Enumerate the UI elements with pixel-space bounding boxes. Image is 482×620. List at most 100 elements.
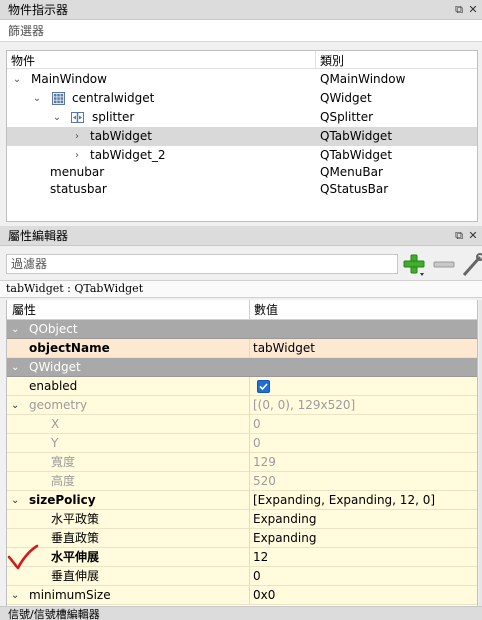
property-value[interactable]: [Expanding, Expanding, 12, 0]: [253, 491, 435, 510]
property-value[interactable]: 12: [253, 548, 268, 567]
tree-object-name: MainWindow: [31, 72, 107, 86]
property-toolbar: 過濾器: [0, 250, 482, 280]
tree-object-name: splitter: [92, 110, 135, 124]
checkmark-icon: [259, 383, 268, 391]
value-separator: [249, 339, 250, 358]
property-row-vertical-stretch[interactable]: 垂直伸展 0: [7, 567, 477, 586]
tree-class-name: QWidget: [320, 91, 372, 105]
value-separator: [249, 586, 250, 605]
property-column-header[interactable]: 屬性: [12, 300, 36, 320]
tree-row-statusbar[interactable]: statusbar QStatusBar: [7, 180, 477, 199]
value-separator: [249, 396, 250, 415]
column-separator: [249, 300, 250, 320]
property-row-vertical-policy[interactable]: 垂直政策 Expanding: [7, 529, 477, 548]
expand-arrow-icon[interactable]: ⌄: [32, 89, 42, 108]
property-row-minimumsize[interactable]: ⌄ minimumSize 0x0: [7, 586, 477, 605]
float-dock-icon[interactable]: ⧉: [452, 229, 466, 243]
enabled-checkbox[interactable]: [257, 380, 270, 393]
property-name: objectName: [29, 341, 110, 355]
configure-wrench-icon[interactable]: [460, 253, 482, 277]
property-table-header: 屬性 數值: [7, 300, 477, 320]
group-name: QObject: [29, 322, 78, 336]
property-value[interactable]: 520: [253, 472, 276, 491]
value-column-header[interactable]: 數值: [254, 300, 278, 320]
property-filter-placeholder: 過濾器: [11, 257, 48, 271]
property-name: sizePolicy: [29, 493, 96, 507]
tree-class-name: QSplitter: [320, 110, 374, 124]
close-dock-icon[interactable]: ✕: [466, 229, 480, 243]
value-separator: [249, 453, 250, 472]
signal-slot-editor-title-bar: 信號/信號槽編輯器: [0, 606, 482, 620]
tree-row-tabwidget[interactable]: › tabWidget QTabWidget: [7, 127, 477, 146]
object-column-header[interactable]: 物件: [11, 52, 35, 69]
object-tree-header: 物件 類別: [7, 51, 477, 69]
expand-arrow-icon[interactable]: ⌄: [12, 70, 22, 89]
expand-arrow-icon[interactable]: ›: [72, 127, 82, 146]
tree-class-name: QTabWidget: [320, 129, 393, 143]
tree-row-mainwindow[interactable]: ⌄ MainWindow QMainWindow: [7, 70, 477, 89]
remove-property-icon[interactable]: [432, 253, 456, 277]
property-name: 垂直伸展: [51, 569, 100, 583]
property-value[interactable]: 129: [253, 453, 276, 472]
float-dock-icon[interactable]: ⧉: [452, 3, 466, 17]
property-filter-input[interactable]: 過濾器: [6, 254, 398, 274]
collapse-arrow-icon[interactable]: ⌄: [11, 586, 19, 605]
property-name: enabled: [29, 379, 78, 393]
value-separator: [249, 548, 250, 567]
property-table[interactable]: 屬性 數值 ⌄ QObject objectName tabWidget ⌄ Q…: [6, 300, 478, 606]
property-row-width[interactable]: 寬度 129: [7, 453, 477, 472]
property-value[interactable]: 0: [253, 434, 261, 453]
property-name: 水平政策: [51, 512, 100, 526]
object-filter-placeholder: 篩選器: [8, 24, 45, 38]
grid-layout-icon: [52, 92, 65, 105]
value-separator: [249, 567, 250, 586]
tree-class-name: QMainWindow: [320, 72, 406, 86]
property-editor-title-bar: 屬性編輯器 ⧉ ✕: [0, 226, 482, 246]
tree-class-name: QStatusBar: [320, 182, 389, 196]
splitter-icon: [71, 112, 84, 123]
property-name: 高度: [51, 474, 76, 488]
group-row-qwidget[interactable]: ⌄ QWidget: [7, 358, 477, 377]
collapse-arrow-icon[interactable]: ⌄: [11, 320, 19, 339]
close-dock-icon[interactable]: ✕: [466, 3, 480, 17]
tree-object-name: centralwidget: [72, 91, 155, 105]
property-name: 垂直政策: [51, 531, 100, 545]
property-value[interactable]: Expanding: [253, 529, 316, 548]
property-row-sizepolicy[interactable]: ⌄ sizePolicy [Expanding, Expanding, 12, …: [7, 491, 477, 510]
tree-row-centralwidget[interactable]: ⌄ centralwidget QWidget: [7, 89, 477, 108]
property-value[interactable]: Expanding: [253, 510, 316, 529]
value-separator: [249, 415, 250, 434]
property-value[interactable]: 0: [253, 415, 261, 434]
property-row-x[interactable]: X 0: [7, 415, 477, 434]
collapse-arrow-icon[interactable]: ⌄: [11, 396, 19, 415]
signal-slot-editor-title: 信號/信號槽編輯器: [8, 608, 100, 620]
property-row-objectname[interactable]: objectName tabWidget: [7, 339, 477, 358]
property-value[interactable]: 0x0: [253, 586, 275, 605]
property-row-y[interactable]: Y 0: [7, 434, 477, 453]
class-column-header[interactable]: 類別: [320, 52, 344, 69]
expand-arrow-icon[interactable]: ⌄: [52, 108, 62, 127]
tree-object-name: tabWidget: [90, 129, 152, 143]
property-name: 水平伸展: [51, 550, 100, 564]
property-row-enabled[interactable]: enabled: [7, 377, 477, 396]
property-value[interactable]: [(0, 0), 129x520]: [253, 396, 355, 415]
object-filter-input[interactable]: 篩選器: [0, 20, 482, 42]
value-separator: [249, 434, 250, 453]
property-value[interactable]: 0: [253, 567, 261, 586]
property-name: X: [51, 417, 60, 431]
add-property-icon[interactable]: [402, 253, 426, 277]
property-row-horizontal-policy[interactable]: 水平政策 Expanding: [7, 510, 477, 529]
object-tree[interactable]: 物件 類別 ⌄ MainWindow QMainWindow ⌄ central…: [6, 50, 478, 222]
property-name: geometry: [29, 398, 88, 412]
property-row-height[interactable]: 高度 520: [7, 472, 477, 491]
tree-row-splitter[interactable]: ⌄ splitter QSplitter: [7, 108, 477, 127]
collapse-arrow-icon[interactable]: ⌄: [11, 491, 19, 510]
property-value[interactable]: tabWidget: [253, 339, 315, 358]
group-row-qobject[interactable]: ⌄ QObject: [7, 320, 477, 339]
collapse-arrow-icon[interactable]: ⌄: [11, 358, 19, 377]
property-row-horizontal-stretch[interactable]: 水平伸展 12: [7, 548, 477, 567]
value-separator: [249, 529, 250, 548]
property-row-geometry[interactable]: ⌄ geometry [(0, 0), 129x520]: [7, 396, 477, 415]
object-inspector-title: 物件指示器: [8, 3, 69, 17]
selected-object-class-label: tabWidget : QTabWidget: [0, 280, 482, 298]
